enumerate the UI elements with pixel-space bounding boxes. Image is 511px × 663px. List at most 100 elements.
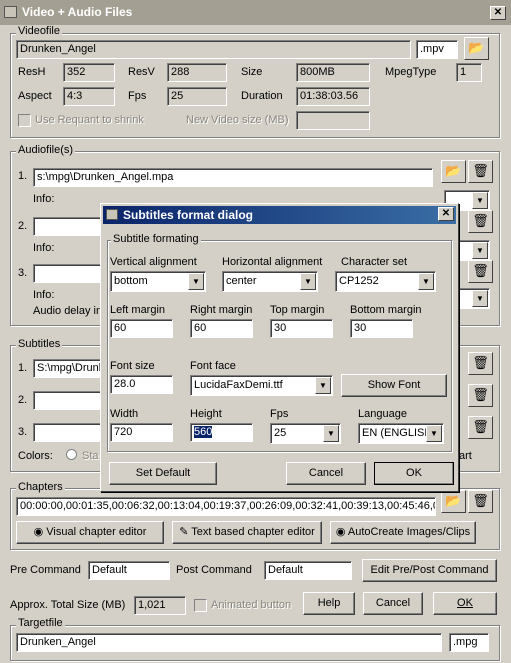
ok-button[interactable]: OK [433,592,497,615]
height-label: Height [190,408,222,420]
dialog-ok-button[interactable]: OK [374,462,454,485]
chapters-group-label: Chapters [16,481,65,493]
font-size-label: Font size [110,360,155,372]
audio-1-field[interactable]: s:\mpg\Drunken_Angel.mpa [33,168,433,187]
trash-icon[interactable]: 🗑 [468,352,493,375]
audiofile-group-label: Audiofile(s) [16,144,76,156]
mpegtype-field[interactable]: 1 [456,63,482,82]
trash-icon[interactable]: 🗑 [468,490,493,513]
start-color-label-tail: art [459,450,472,462]
dialog-title: Subtitles format dialog [123,208,254,222]
aspect-label: Aspect [18,90,52,102]
requant-checkbox[interactable] [18,114,31,127]
audio-delay-label: Audio delay in [33,305,103,317]
height-field[interactable]: 560 [190,423,253,442]
resh-label: ResH [18,66,46,78]
dialog-cancel-button[interactable]: Cancel [286,462,366,485]
chapters-field[interactable]: 00:00:00,00:01:35,00:06:32,00:13:04,00:1… [16,497,436,516]
trash-icon[interactable]: 🗑 [468,160,493,183]
language-combo[interactable]: EN (ENGLISH ▼ [358,423,444,444]
subtitle-2-field[interactable] [33,391,103,410]
color-radio[interactable] [66,449,77,460]
bottom-margin-field[interactable]: 30 [350,319,413,338]
visual-chapter-editor-button[interactable]: ◉ Visual chapter editor [16,521,164,544]
trash-icon[interactable]: 🗑 [468,260,493,283]
animated-button-label: Animated button [211,599,292,611]
post-command-field[interactable]: Default [264,561,352,580]
video-extension-field[interactable]: .mpv [416,40,458,59]
video-filename-field[interactable]: Drunken_Angel [16,40,411,59]
open-folder-icon[interactable]: 📂 [464,37,489,60]
top-margin-field[interactable]: 30 [270,319,333,338]
set-default-button[interactable]: Set Default [109,462,217,485]
visual-editor-icon: ◉ [33,526,47,538]
trash-icon[interactable]: 🗑 [468,416,493,439]
width-field[interactable]: 720 [110,423,173,442]
new-video-size-field[interactable] [296,111,370,130]
trash-icon[interactable]: 🗑 [468,210,493,233]
audio-2-field[interactable] [33,217,103,236]
text-chapter-editor-button[interactable]: ✎ Text based chapter editor [172,521,322,544]
valign-combo[interactable]: bottom ▼ [110,271,206,292]
dialog-app-icon [106,209,118,220]
audio-3-number: 3. [18,267,28,279]
halign-label: Horizontal alignment [222,256,323,268]
requant-label: Use Requant to shrink [35,114,144,126]
pre-command-field[interactable]: Default [88,561,170,580]
resv-label: ResV [128,66,155,78]
audio-1-number: 1. [18,170,28,182]
help-button[interactable]: Help [303,592,355,615]
total-size-label: Approx. Total Size (MB) [10,599,126,611]
audio-3-field[interactable] [33,264,103,283]
top-margin-label: Top margin [270,304,325,316]
cancel-button[interactable]: Cancel [363,592,423,615]
mpegtype-label: MpegType [385,66,437,78]
resv-field[interactable]: 288 [167,63,227,82]
dialog-close-icon[interactable]: ✕ [438,207,454,221]
size-field[interactable]: 800MB [296,63,370,82]
subtitle-3-field[interactable] [33,423,103,442]
fps-field[interactable]: 25 [167,87,227,106]
width-label: Width [110,408,139,420]
duration-field[interactable]: 01:38:03.56 [296,87,370,106]
subtitle-1-number: 1. [18,362,28,374]
total-size-field[interactable]: 1,021 [134,596,186,615]
charset-label: Character set [341,256,408,268]
app-icon [4,6,17,18]
target-filename-field[interactable]: Drunken_Angel [16,633,442,652]
subtitle-formatting-label: Subtitle formating [111,233,201,245]
animated-button-checkbox[interactable] [194,599,207,612]
open-folder-icon[interactable]: 📂 [441,160,466,183]
aspect-field[interactable]: 4:3 [63,87,115,106]
charset-combo[interactable]: CP1252 ▼ [335,271,436,292]
target-extension-field[interactable]: .mpg [449,633,489,652]
subtitles-format-dialog: Subtitles format dialog ✕ Subtitle forma… [100,203,459,492]
bottom-margin-label: Bottom margin [350,304,422,316]
height-value: 560 [194,426,213,438]
start-color-label: Sta [82,450,99,462]
window-title: Video + Audio Files [22,5,133,19]
trash-icon[interactable]: 🗑 [468,384,493,407]
edit-pre-post-command-button[interactable]: Edit Pre/Post Command [362,559,497,582]
show-font-button[interactable]: Show Font [341,374,447,397]
font-size-field[interactable]: 28.0 [110,375,173,394]
targetfile-group-label: Targetfile [16,617,65,629]
open-folder-icon[interactable]: 📂 [441,490,466,513]
right-margin-field[interactable]: 60 [190,319,253,338]
close-icon[interactable]: ✕ [490,6,506,20]
fps-combo[interactable]: 25 ▼ [270,423,341,444]
audio-2-info-label: Info: [33,242,55,254]
halign-combo[interactable]: center ▼ [222,271,318,292]
resh-field[interactable]: 352 [63,63,115,82]
autocreate-button[interactable]: ◉ AutoCreate Images/Clips [330,521,476,544]
duration-label: Duration [241,90,283,102]
audio-3-info-label: Info: [33,289,55,301]
subtitle-1-field[interactable]: S:\mpg\Drunken_Angel [33,359,103,378]
new-video-size-label: New Video size (MB) [186,114,289,126]
font-face-label: Font face [190,360,236,372]
valign-label: Vertical alignment [110,256,197,268]
fps-label: Fps [128,90,147,102]
font-face-combo[interactable]: LucidaFaxDemi.ttf ▼ [190,375,333,396]
left-margin-field[interactable]: 60 [110,319,173,338]
audio-1-info-label: Info: [33,193,55,205]
